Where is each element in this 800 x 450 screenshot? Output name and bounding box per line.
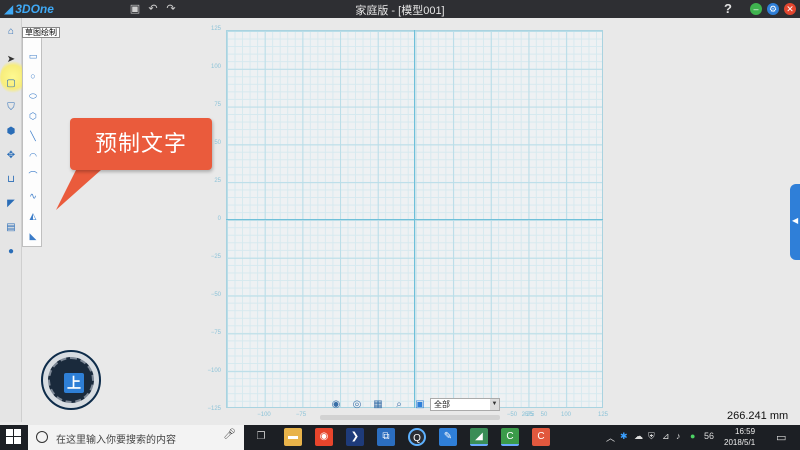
- cortana-icon: [36, 431, 48, 443]
- y-tick-label: −25: [210, 254, 221, 260]
- undo-icon[interactable]: ↶: [146, 2, 160, 16]
- combine-icon[interactable]: ⊔: [3, 172, 19, 188]
- qq-browser-icon[interactable]: Q: [408, 428, 426, 446]
- window-title: 家庭版 - [模型001]: [355, 5, 445, 17]
- wechat-icon[interactable]: ●: [690, 431, 695, 441]
- x-tick-label: 100: [560, 412, 571, 418]
- polygon-icon[interactable]: ⬡: [27, 110, 39, 122]
- sketch-tool-panel: ▭ ○ ⬭ ⬡ ╲ ◠ ⌒ ∿ ◭ ◣: [22, 27, 42, 247]
- settings-button[interactable]: ⚙: [767, 3, 779, 15]
- y-tick-label: 75: [214, 102, 221, 108]
- y-tick-label: 125: [210, 26, 221, 32]
- preset-text-icon[interactable]: ◣: [27, 230, 39, 242]
- file-explorer-icon[interactable]: ▬: [284, 428, 302, 446]
- vscode-icon[interactable]: ⧉: [377, 428, 395, 446]
- task-view-icon[interactable]: ❐: [252, 428, 270, 446]
- y-axis-line: [414, 30, 415, 408]
- transform-icon[interactable]: ✥: [3, 148, 19, 164]
- camtasia-icon[interactable]: C: [501, 428, 519, 446]
- pointer-icon[interactable]: ➤: [3, 52, 19, 68]
- y-tick-label: 50: [214, 140, 221, 146]
- minimize-button[interactable]: –: [750, 3, 762, 15]
- solid-icon[interactable]: ⬢: [3, 124, 19, 140]
- array-icon[interactable]: ◤: [3, 196, 19, 212]
- camtasia-recorder-icon[interactable]: C: [532, 428, 550, 446]
- tray-chevron-icon[interactable]: ︿: [606, 431, 615, 444]
- pen-app-icon[interactable]: ✎: [439, 428, 457, 446]
- line-icon[interactable]: ╲: [27, 130, 39, 142]
- view-filter-select[interactable]: 全部 ▼: [430, 398, 500, 411]
- y-tick-label: 0: [217, 216, 221, 222]
- chevron-down-icon: ▼: [490, 399, 499, 410]
- filter-icon[interactable]: ▣: [412, 398, 428, 412]
- rectangle-icon[interactable]: ▭: [27, 50, 39, 62]
- x-tick-label: 125: [597, 412, 608, 418]
- tray-badge[interactable]: 56: [704, 431, 714, 441]
- measure-icon[interactable]: ▤: [3, 220, 19, 236]
- save-icon[interactable]: ▣: [128, 2, 142, 16]
- cloud-icon[interactable]: ☁: [634, 431, 643, 442]
- sketch-icon[interactable]: ▢: [3, 76, 19, 92]
- app-logo: ◢ 3DOne: [4, 1, 54, 17]
- unit-readout: 266.241 mm: [727, 410, 789, 422]
- windows-start-icon[interactable]: [6, 429, 22, 445]
- taskbar: 在这里输入你要搜索的内容 🎤︎ ❐ ▬ ◉ ❯ ⧉ Q ✎ ◢ C C ︿ ✱ …: [0, 425, 800, 450]
- view-toolbar: ◉ ◎ ▦ ⌕ ▣: [328, 397, 428, 413]
- horizontal-scrollbar[interactable]: [320, 415, 500, 420]
- arc-icon[interactable]: ◠: [27, 150, 39, 162]
- ellipse-icon[interactable]: ⬭: [27, 90, 39, 102]
- y-tick-label: −125: [207, 406, 221, 412]
- y-tick-label: −100: [207, 368, 221, 374]
- powershell-icon[interactable]: ❯: [346, 428, 364, 446]
- curve-icon[interactable]: ∿: [27, 190, 39, 202]
- left-toolbar: ⌂ ➤ ▢ ⛉ ⬢ ✥ ⊔ ◤ ▤ ●: [0, 18, 26, 422]
- taskbar-search[interactable]: 在这里输入你要搜索的内容 🎤︎: [28, 425, 244, 450]
- material-icon[interactable]: ●: [3, 244, 19, 260]
- x-tick-label: 75: [527, 412, 535, 418]
- view-orient-icon[interactable]: ◉: [328, 398, 344, 412]
- right-panel-toggle[interactable]: ◀: [790, 184, 800, 260]
- help-button[interactable]: ?: [724, 1, 732, 16]
- network-icon[interactable]: ⊿: [662, 431, 670, 442]
- volume-icon[interactable]: ♪: [676, 431, 681, 441]
- render-mode-icon[interactable]: ▦: [370, 398, 386, 412]
- view-cube-button[interactable]: 上: [41, 350, 101, 410]
- bluetooth-icon[interactable]: ✱: [620, 431, 628, 442]
- view-cube-face: 上: [64, 373, 84, 393]
- clock-time[interactable]: 16:59: [735, 427, 755, 436]
- 3done-taskbar-icon[interactable]: ◢: [470, 428, 488, 446]
- x-tick-label: −75: [295, 412, 307, 418]
- netease-music-icon[interactable]: ◉: [315, 428, 333, 446]
- title-bar: ◢ 3DOne ▣ ↶ ↷ 家庭版 - [模型001] ? – ⚙ ✕: [0, 0, 800, 18]
- notification-icon[interactable]: ▭: [776, 431, 786, 444]
- sketch-tooltip: 草图绘制: [22, 27, 60, 38]
- sketch-edit-icon[interactable]: ⛉: [3, 100, 19, 116]
- view-fit-icon[interactable]: ◎: [349, 398, 365, 412]
- app-name: 3DOne: [15, 2, 54, 16]
- microphone-icon[interactable]: 🎤︎: [223, 429, 236, 440]
- chevron-left-icon: ◀: [792, 216, 799, 225]
- logo-mark-icon: ◢: [4, 2, 14, 16]
- close-button[interactable]: ✕: [784, 3, 796, 15]
- home-icon[interactable]: ⌂: [3, 24, 19, 40]
- x-tick-label: −100: [257, 412, 271, 418]
- y-tick-label: −75: [210, 330, 221, 336]
- polyline-icon[interactable]: ⌒: [27, 170, 39, 182]
- view-filter-value: 全部: [434, 400, 450, 409]
- redo-icon[interactable]: ↷: [164, 2, 178, 16]
- y-tick-label: 100: [210, 64, 221, 70]
- y-tick-label: 25: [214, 178, 221, 184]
- callout-label: 预制文字: [70, 118, 212, 170]
- text-sketch-icon[interactable]: ◭: [27, 210, 39, 222]
- circle-icon[interactable]: ○: [27, 70, 39, 82]
- search-placeholder: 在这里输入你要搜索的内容: [56, 435, 176, 446]
- clock-date[interactable]: 2018/5/1: [724, 438, 755, 447]
- view-cube-ring: 上: [48, 357, 94, 403]
- security-icon[interactable]: ⛨: [648, 431, 655, 442]
- y-tick-label: −50: [210, 292, 221, 298]
- zoom-icon[interactable]: ⌕: [391, 398, 407, 412]
